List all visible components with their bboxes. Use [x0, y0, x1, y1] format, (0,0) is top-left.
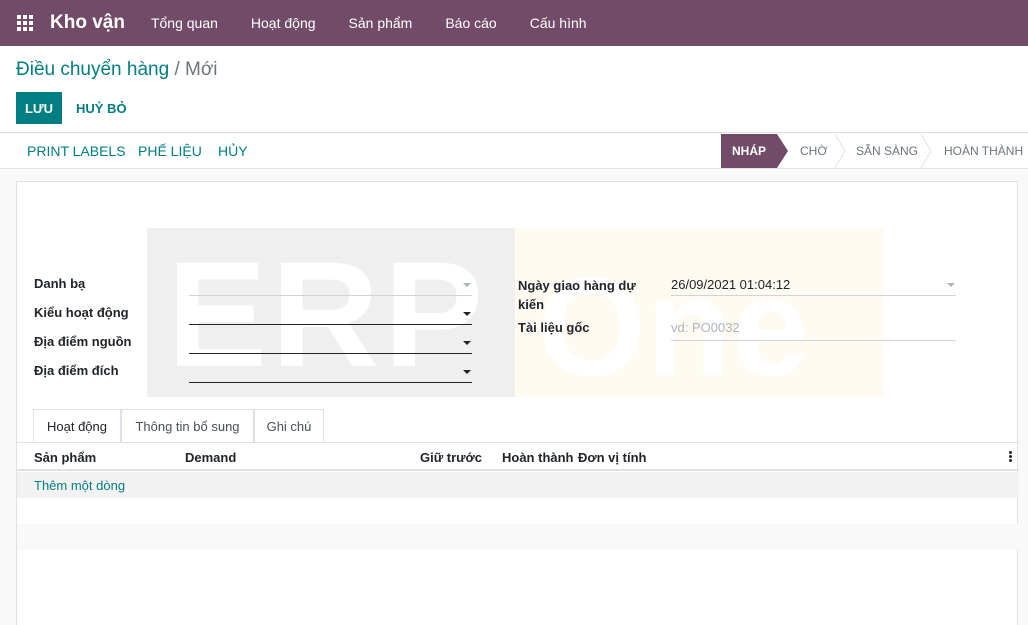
breadcrumb-current: Mới [185, 59, 218, 80]
menu-reporting[interactable]: Báo cáo [445, 15, 496, 31]
operation-type-dropdown-icon[interactable] [463, 312, 471, 316]
stage-draft[interactable]: NHÁP [721, 134, 777, 168]
stage-done[interactable]: HOÀN THÀNH [944, 134, 1023, 168]
table-row-add: Thêm một dòng [17, 472, 1019, 498]
print-labels-button[interactable]: PRINT LABELS [27, 134, 126, 168]
breadcrumb-separator: / [174, 59, 180, 80]
menu-operations[interactable]: Hoạt động [251, 15, 316, 31]
column-product[interactable]: Sản phẩm [34, 450, 96, 465]
watermark-text-left: ERP [167, 230, 488, 397]
breadcrumb: Điều chuyển hàng / Mới [16, 59, 218, 81]
stage-draft-arrow [777, 134, 788, 168]
stage-ready[interactable]: SẴN SÀNG [856, 134, 918, 168]
tab-note[interactable]: Ghi chú [254, 409, 324, 443]
menu-overview[interactable]: Tổng quan [151, 15, 218, 31]
scheduled-date-field[interactable]: 26/09/2021 01:04:12 [671, 277, 790, 292]
dest-location-label: Địa điểm đích [34, 363, 119, 378]
discard-button[interactable]: HUỶ BỎ [76, 92, 127, 124]
cancel-button[interactable]: HỦY [218, 134, 248, 168]
tab-additional-info[interactable]: Thông tin bổ sung [121, 409, 254, 443]
column-options-kebab-icon[interactable] [1007, 450, 1013, 464]
breadcrumb-parent[interactable]: Điều chuyển hàng [16, 59, 169, 80]
column-uom[interactable]: Đơn vị tính [578, 450, 646, 465]
source-location-label: Địa điểm nguồn [34, 334, 132, 349]
app-brand[interactable]: Kho vận [50, 12, 125, 34]
form-sheet: ERP One Danh bạ Kiểu hoạt động Địa điểm … [16, 181, 1019, 625]
table-row [17, 524, 1019, 550]
stage-waiting[interactable]: CHỜ [800, 134, 828, 168]
source-document-field[interactable]: vd: PO0032 [671, 320, 740, 335]
apps-grid-icon[interactable] [0, 0, 50, 46]
contact-dropdown-icon[interactable] [463, 283, 471, 287]
control-panel: Điều chuyển hàng / Mới LƯU HUỶ BỎ [0, 46, 1028, 133]
save-button[interactable]: LƯU [16, 92, 62, 124]
scheduled-date-label: Ngày giao hàng dự kiến [518, 278, 636, 312]
source-location-dropdown-icon[interactable] [463, 341, 471, 345]
erp-one-watermark: ERP One [147, 228, 884, 397]
add-line-link[interactable]: Thêm một dòng [34, 478, 125, 493]
scrap-button[interactable]: PHẾ LIỆU [138, 134, 202, 168]
contact-label: Danh bạ [34, 276, 86, 291]
column-done[interactable]: Hoàn thành [502, 450, 574, 465]
table-row [17, 498, 1019, 524]
stage-chevron-icon [834, 134, 846, 168]
menu-products[interactable]: Sản phẩm [349, 15, 413, 31]
tab-operations[interactable]: Hoạt động [33, 409, 121, 443]
source-document-label: Tài liệu gốc [518, 320, 590, 335]
operation-type-label: Kiểu hoạt động [34, 305, 129, 320]
top-navbar: Kho vận Tổng quan Hoạt động Sản phẩm Báo… [0, 0, 1028, 46]
column-reserved[interactable]: Giữ trước [420, 450, 482, 465]
scheduled-date-dropdown-icon[interactable] [947, 283, 955, 287]
stage-chevron-icon [920, 134, 932, 168]
dest-location-dropdown-icon[interactable] [463, 370, 471, 374]
column-demand[interactable]: Demand [185, 450, 236, 465]
status-bar: PRINT LABELS PHẾ LIỆU HỦY NHÁP CHỜ SẴN S… [0, 134, 1028, 169]
menu-configuration[interactable]: Cấu hình [530, 15, 587, 31]
table-header: Sản phẩm Demand Giữ trước Hoàn thành Đơn… [17, 443, 1019, 471]
